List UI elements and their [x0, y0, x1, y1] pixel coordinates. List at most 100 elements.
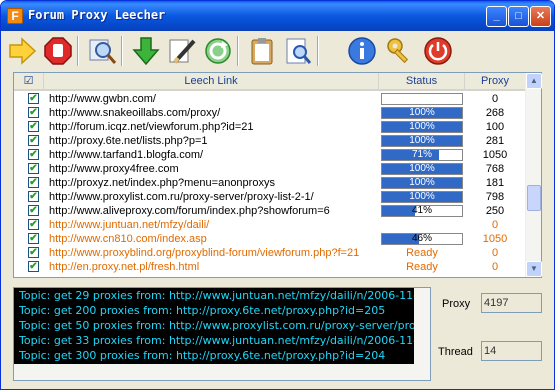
log-console[interactable]: Topic: get 29 proxies from: http://www.j…	[13, 287, 431, 381]
row-proxy-count: 798	[485, 191, 505, 203]
scroll-thumb[interactable]	[527, 185, 541, 211]
row-checkbox[interactable]: ✔	[28, 219, 39, 230]
console-horizontal-scrollbar[interactable]	[14, 364, 414, 380]
progress-text: 100%	[409, 163, 435, 174]
row-status: 100%	[381, 191, 463, 203]
list-rows: ✔ http://www.gwbn.com/0 ✔ http://www.snakeo…	[14, 92, 525, 277]
list-row[interactable]: ✔ http://www.proxy4free.com 100% 768	[14, 162, 525, 176]
progress-text: 46%	[411, 233, 432, 244]
select-all-checkbox[interactable]: ☑	[14, 73, 44, 90]
row-link[interactable]: http://www.snakeoillabs.com/proxy/	[49, 106, 220, 120]
progress-text: 100%	[409, 191, 435, 202]
row-checkbox[interactable]: ✔	[28, 121, 39, 132]
list-row[interactable]: ✔ http://www.proxyblind.org/proxyblind-fo…	[14, 246, 525, 260]
column-header-proxy[interactable]: Proxy	[465, 73, 525, 90]
download-arrow-icon	[132, 37, 160, 66]
list-row[interactable]: ✔ http://proxy.6te.net/lists.php?p=1 100% 2…	[14, 134, 525, 148]
key-icon	[387, 38, 409, 64]
list-row[interactable]: ✔ http://www.juntuan.net/mfzy/daili/0	[14, 218, 525, 232]
row-link[interactable]: http://www.tarfand1.blogfa.com/	[49, 148, 203, 162]
toolbar	[5, 32, 550, 70]
row-link[interactable]: http://en.proxy.net.pl/fresh.html	[49, 260, 199, 274]
list-row[interactable]: ✔ http://www.proxylist.com.ru/proxy-serve…	[14, 190, 525, 204]
list-row[interactable]: ✔ http://www.gwbn.com/0	[14, 92, 525, 106]
about-button[interactable]	[345, 34, 379, 68]
row-proxy-count: 0	[491, 219, 499, 231]
edit-button[interactable]	[165, 34, 199, 68]
proxy-count-label: Proxy	[442, 298, 471, 310]
window-title: Forum Proxy Leecher	[28, 8, 166, 22]
list-row[interactable]: ✔ http://proxyz.net/index.php?menu=anonpr…	[14, 176, 525, 190]
clipboard-button[interactable]	[245, 34, 279, 68]
list-row[interactable]: ✔ http://forum.icqz.net/viewforum.php?id=…	[14, 120, 525, 134]
start-button[interactable]	[5, 34, 39, 68]
list-row[interactable]: ✔ http://en.proxy.net.pl/fresh.html Ready 0	[14, 260, 525, 274]
row-status: 100%	[381, 163, 463, 175]
row-checkbox[interactable]: ✔	[28, 261, 39, 272]
log-line: Topic: get 29 proxies from: http://www.j…	[19, 289, 431, 302]
log-line: Topic: get 50 proxies from: http://www.p…	[19, 319, 431, 332]
row-status	[381, 93, 463, 105]
list-row[interactable]: ✔ http://www.cn810.com/index.asp 46% 1050	[14, 232, 525, 246]
row-checkbox[interactable]: ✔	[28, 247, 39, 258]
row-checkbox[interactable]: ✔	[28, 233, 39, 244]
progress-bar: 100%	[381, 191, 463, 203]
minimize-button[interactable]: _	[486, 6, 507, 27]
proxy-count-value: 4197	[481, 293, 542, 313]
row-checkbox[interactable]: ✔	[28, 163, 39, 174]
download-button[interactable]	[129, 34, 163, 68]
row-link[interactable]: http://www.proxy4free.com	[49, 162, 179, 176]
row-link[interactable]: http://www.aliveproxy.com/forum/index.ph…	[49, 204, 330, 218]
refresh-button[interactable]	[201, 34, 235, 68]
maximize-button[interactable]: □	[508, 6, 529, 27]
list-scrollbar[interactable]: ▲ ▼	[525, 73, 542, 277]
row-proxy-count: 100	[485, 121, 505, 133]
progress-bar: 100%	[381, 135, 463, 147]
list-row[interactable]: ✔ http://www.snakeoillabs.com/proxy/100% 2…	[14, 106, 525, 120]
row-status: 100%	[381, 135, 463, 147]
exit-button[interactable]	[421, 34, 455, 68]
row-checkbox[interactable]: ✔	[28, 149, 39, 160]
list-row[interactable]: ✔ http://www.aliveproxy.com/forum/index.p…	[14, 204, 525, 218]
row-proxy-count: 0	[491, 261, 499, 273]
view-button[interactable]	[281, 34, 315, 68]
console-vertical-scrollbar[interactable]	[414, 288, 430, 380]
arrow-right-icon	[9, 37, 37, 65]
refresh-icon	[205, 38, 231, 64]
row-checkbox[interactable]: ✔	[28, 205, 39, 216]
thread-count-label: Thread	[438, 346, 473, 358]
row-checkbox[interactable]: ✔	[28, 191, 39, 202]
row-status: Ready	[381, 261, 463, 273]
progress-text: 71%	[411, 149, 432, 160]
row-checkbox[interactable]: ✔	[28, 177, 39, 188]
toolbar-separator	[237, 36, 239, 66]
leech-list: ☑ Leech Link Status Proxy ✔ http://www.gw…	[13, 72, 542, 278]
row-link[interactable]: http://proxyz.net/index.php?menu=anonpro…	[49, 176, 275, 190]
row-proxy-count: 768	[485, 163, 505, 175]
scroll-down-button[interactable]: ▼	[526, 261, 542, 277]
row-checkbox[interactable]: ✔	[28, 135, 39, 146]
row-link[interactable]: http://proxy.6te.net/lists.php?p=1	[49, 134, 207, 148]
column-header-status[interactable]: Status	[379, 73, 465, 90]
log-line: Topic: get 300 proxies from: http://prox…	[19, 349, 386, 362]
row-status: 41%	[381, 205, 463, 217]
close-button[interactable]: ✕	[530, 6, 551, 27]
register-button[interactable]	[383, 34, 417, 68]
stop-button[interactable]	[41, 34, 75, 68]
row-checkbox[interactable]: ✔	[28, 93, 39, 104]
row-checkbox[interactable]: ✔	[28, 107, 39, 118]
row-link[interactable]: http://www.gwbn.com/	[49, 92, 156, 106]
list-header: ☑ Leech Link Status Proxy	[14, 73, 525, 91]
scroll-up-button[interactable]: ▲	[526, 73, 542, 89]
row-link[interactable]: http://forum.icqz.net/viewforum.php?id=2…	[49, 120, 254, 134]
search-button[interactable]	[85, 34, 119, 68]
title-bar[interactable]: F Forum Proxy Leecher _ □ ✕	[1, 1, 554, 31]
list-row[interactable]: ✔ http://www.tarfand1.blogfa.com/71% 1050	[14, 148, 525, 162]
row-proxy-count: 250	[485, 205, 505, 217]
column-header-link[interactable]: Leech Link	[44, 73, 379, 90]
row-link[interactable]: http://www.proxylist.com.ru/proxy-server…	[49, 190, 314, 204]
row-link[interactable]: http://www.proxyblind.org/proxyblind-for…	[49, 246, 359, 260]
row-link[interactable]: http://www.juntuan.net/mfzy/daili/	[49, 218, 209, 232]
row-link[interactable]: http://www.cn810.com/index.asp	[49, 232, 207, 246]
toolbar-separator	[77, 36, 79, 66]
